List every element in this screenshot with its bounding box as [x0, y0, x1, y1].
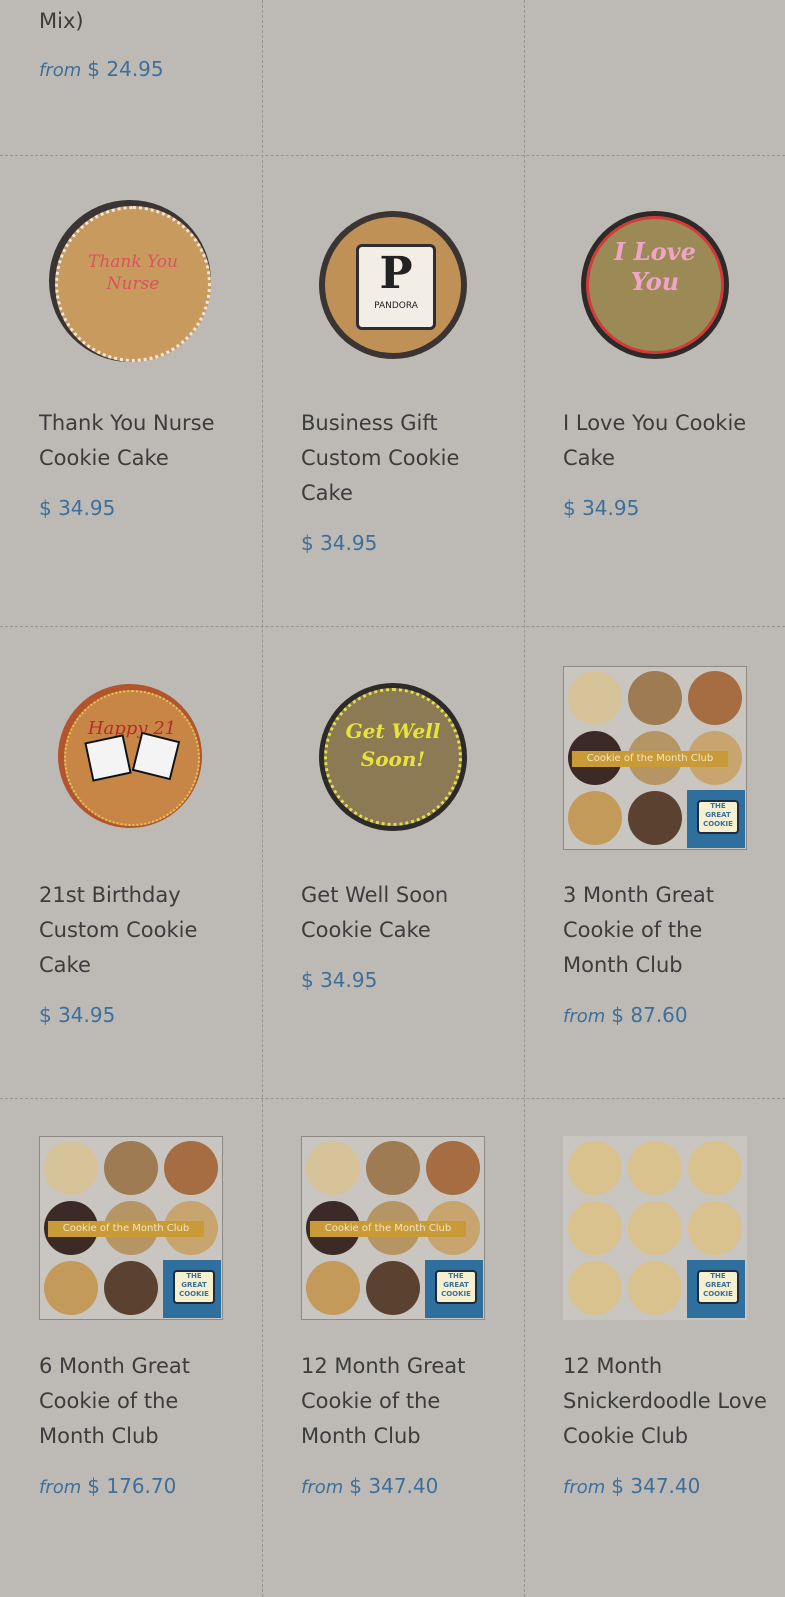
- product-price: $ 34.95: [301, 968, 511, 992]
- product-image[interactable]: Cookie of the Month Club THE GREAT COOKI…: [301, 1136, 485, 1320]
- product-image[interactable]: Get Well Soon!: [319, 683, 467, 831]
- product-name[interactable]: I Love You Cookie Cake: [563, 406, 773, 476]
- product-price: $ 34.95: [39, 496, 249, 520]
- club-banner: Cookie of the Month Club: [572, 751, 728, 767]
- brand-logo: THE GREAT COOKIE: [687, 1260, 745, 1318]
- price-value: $ 34.95: [301, 968, 378, 992]
- cake-logo-letter: P: [379, 248, 413, 299]
- grid-divider: [262, 0, 263, 1597]
- product-name[interactable]: 6 Month Great Cookie of the Month Club: [39, 1349, 249, 1454]
- cake-logo-text: PANDORA: [374, 301, 418, 311]
- cake-inscription: Get Well Soon!: [345, 719, 441, 771]
- from-label: from: [563, 1477, 606, 1498]
- club-banner: Cookie of the Month Club: [310, 1221, 466, 1237]
- product-price: from $ 176.70: [39, 1474, 249, 1498]
- product-card[interactable]: 21st Birthday Custom Cookie Cake $ 34.95: [39, 878, 249, 1027]
- product-name[interactable]: 21st Birthday Custom Cookie Cake: [39, 878, 249, 983]
- product-image[interactable]: Cookie of the Month Club THE GREAT COOKI…: [39, 1136, 223, 1320]
- price-value: $ 347.40: [611, 1474, 701, 1498]
- product-price: from $ 87.60: [563, 1003, 773, 1027]
- product-image[interactable]: Thank You Nurse: [49, 200, 211, 362]
- product-price: from $ 24.95: [39, 57, 249, 81]
- from-label: from: [563, 1006, 606, 1027]
- product-image[interactable]: Cookie of the Month Club THE GREAT COOKI…: [563, 666, 747, 850]
- product-image[interactable]: Happy 21: [58, 684, 202, 828]
- product-image[interactable]: P PANDORA: [319, 211, 467, 359]
- product-card[interactable]: I Love You Cookie Cake $ 34.95: [563, 406, 773, 520]
- grid-divider: [0, 1098, 785, 1099]
- brand-logo: THE GREAT COOKIE: [425, 1260, 483, 1318]
- product-card[interactable]: Thank You Nurse Cookie Cake $ 34.95: [39, 406, 249, 520]
- product-card[interactable]: 12 Month Great Cookie of the Month Club …: [301, 1349, 511, 1498]
- product-card[interactable]: Mix) from $ 24.95: [39, 4, 249, 81]
- price-value: $ 347.40: [349, 1474, 439, 1498]
- product-name[interactable]: Get Well Soon Cookie Cake: [301, 878, 511, 948]
- product-price: $ 34.95: [39, 1003, 249, 1027]
- grid-divider: [0, 626, 785, 627]
- product-name[interactable]: 12 Month Great Cookie of the Month Club: [301, 1349, 511, 1454]
- from-label: from: [39, 60, 82, 81]
- grid-divider: [0, 155, 785, 156]
- product-name[interactable]: Business Gift Custom Cookie Cake: [301, 406, 511, 511]
- brand-logo: THE GREAT COOKIE: [163, 1260, 221, 1318]
- product-price: from $ 347.40: [301, 1474, 511, 1498]
- club-banner: Cookie of the Month Club: [48, 1221, 204, 1237]
- price-value: $ 34.95: [39, 496, 116, 520]
- cake-inscription: I Love You: [614, 237, 696, 296]
- price-value: $ 87.60: [611, 1003, 688, 1027]
- price-value: $ 176.70: [87, 1474, 177, 1498]
- cake-inscription: Thank You Nurse: [87, 252, 178, 294]
- brand-logo: THE GREAT COOKIE: [687, 790, 745, 848]
- product-card[interactable]: Business Gift Custom Cookie Cake $ 34.95: [301, 406, 511, 555]
- price-value: $ 24.95: [87, 57, 164, 81]
- product-name[interactable]: 3 Month Great Cookie of the Month Club: [563, 878, 773, 983]
- price-value: $ 34.95: [563, 496, 640, 520]
- grid-divider: [524, 0, 525, 1597]
- product-price: $ 34.95: [301, 531, 511, 555]
- product-image[interactable]: THE GREAT COOKIE: [563, 1136, 747, 1320]
- product-card[interactable]: Get Well Soon Cookie Cake $ 34.95: [301, 878, 511, 992]
- from-label: from: [39, 1477, 82, 1498]
- product-name[interactable]: 12 Month Snickerdoodle Love Cookie Club: [563, 1349, 773, 1454]
- product-price: $ 34.95: [563, 496, 773, 520]
- from-label: from: [301, 1477, 344, 1498]
- price-value: $ 34.95: [39, 1003, 116, 1027]
- product-card[interactable]: 3 Month Great Cookie of the Month Club f…: [563, 878, 773, 1027]
- product-name[interactable]: Thank You Nurse Cookie Cake: [39, 406, 249, 476]
- product-image[interactable]: I Love You: [581, 211, 729, 359]
- product-card[interactable]: 6 Month Great Cookie of the Month Club f…: [39, 1349, 249, 1498]
- product-name[interactable]: Mix): [39, 4, 249, 39]
- price-value: $ 34.95: [301, 531, 378, 555]
- product-price: from $ 347.40: [563, 1474, 773, 1498]
- product-card[interactable]: 12 Month Snickerdoodle Love Cookie Club …: [563, 1349, 773, 1498]
